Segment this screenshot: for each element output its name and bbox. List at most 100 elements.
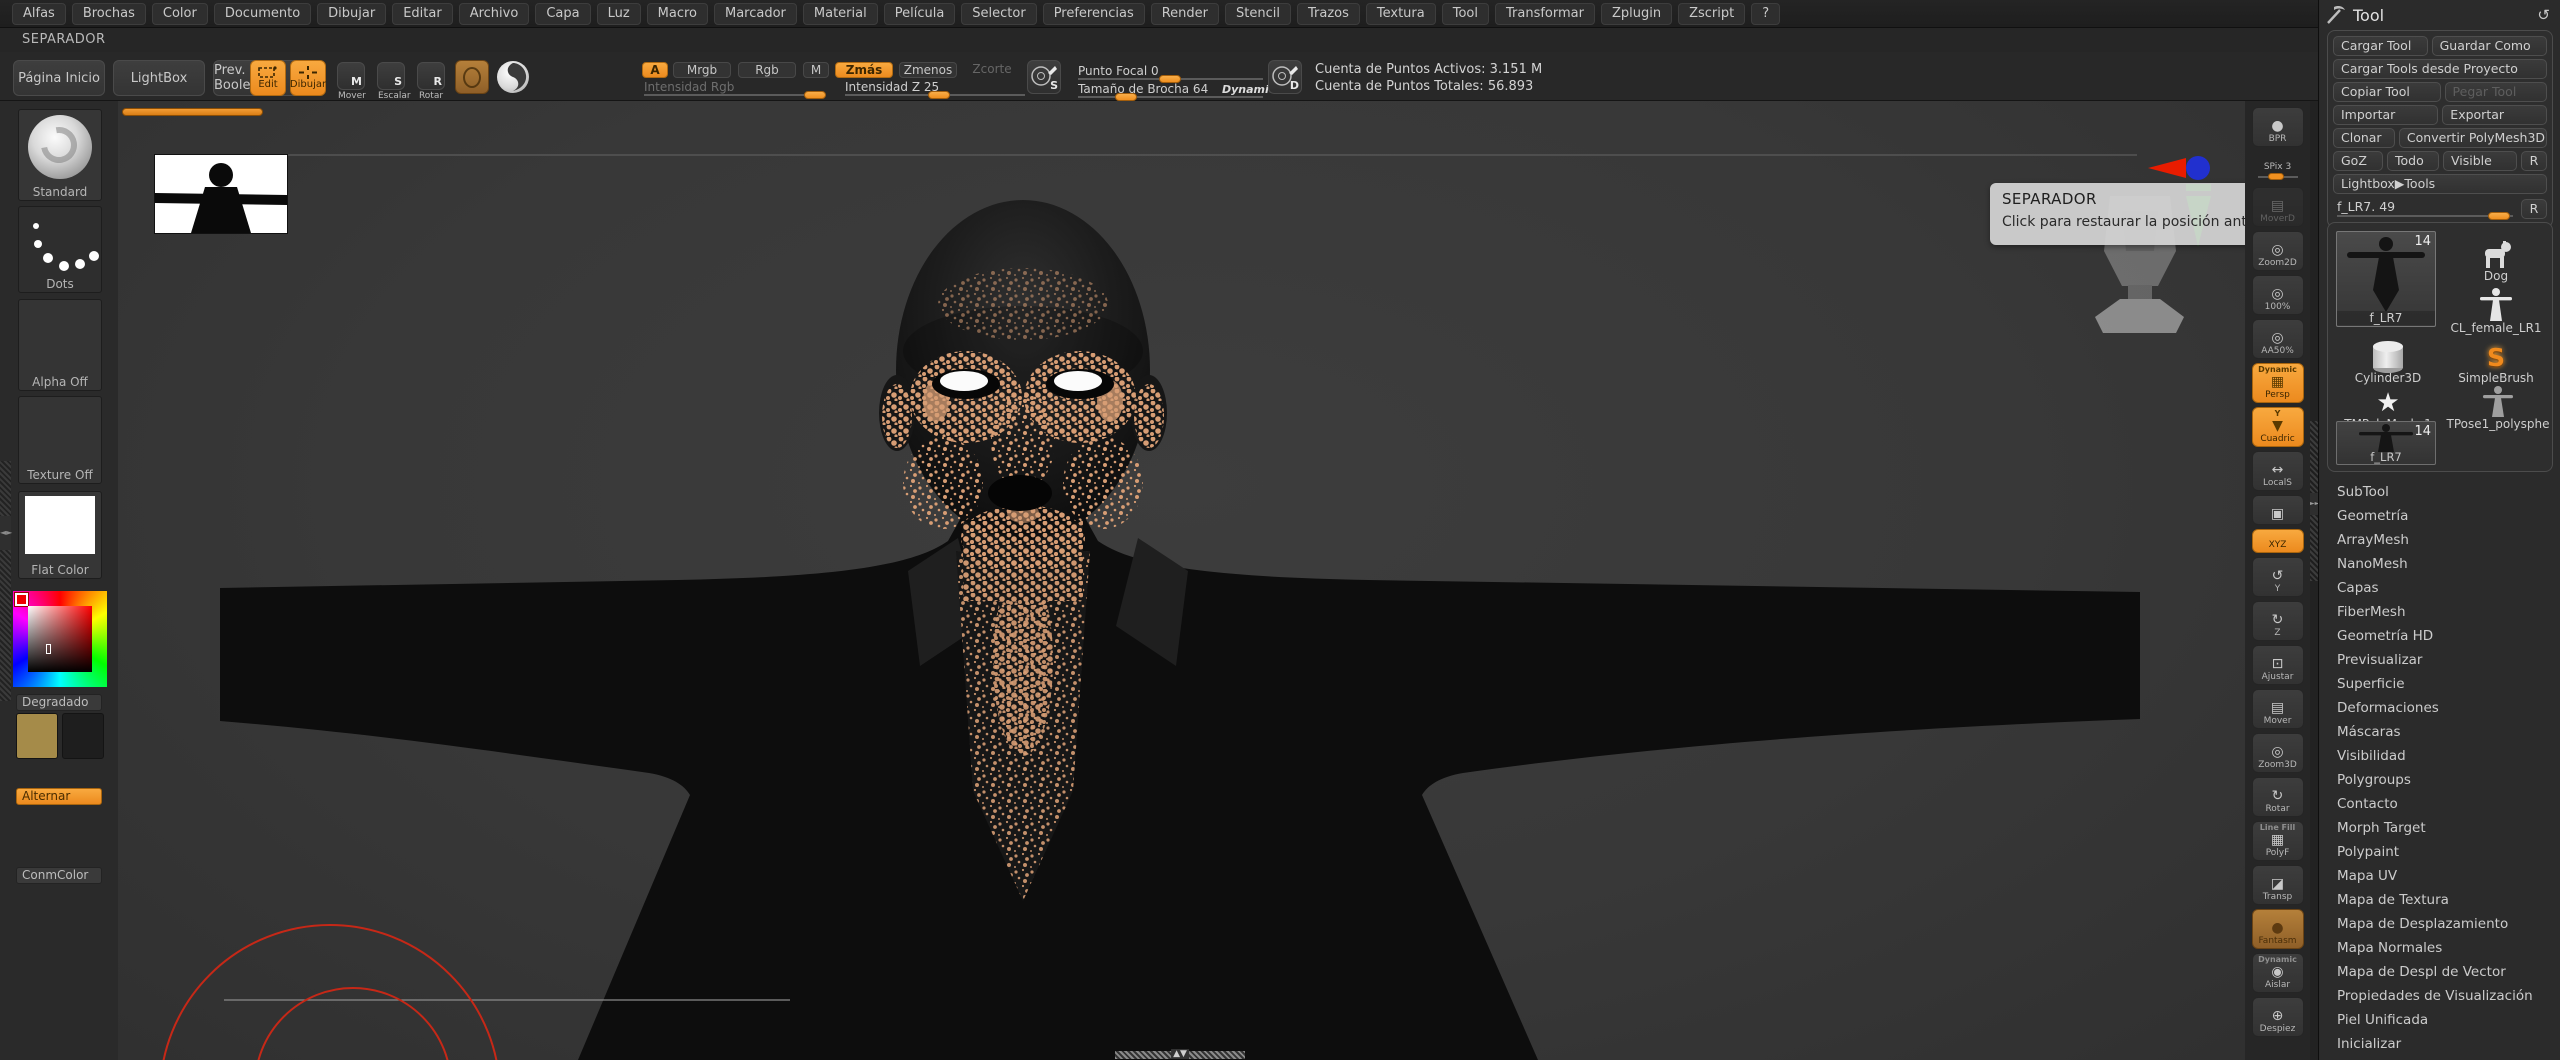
saturation-value-square[interactable] (28, 606, 92, 672)
canvas-scene[interactable] (118, 101, 2245, 1060)
edit-button[interactable]: Edit (250, 60, 286, 96)
current-alpha-slot[interactable]: Alpha Off (18, 299, 102, 391)
goz-visible-button[interactable]: Visible (2443, 151, 2517, 171)
z-intensity-slider[interactable] (845, 91, 1025, 99)
shelf-button[interactable]: Y ▼ Cuadric (2251, 407, 2304, 447)
subpalette-header[interactable]: Polygroups (2319, 768, 2560, 792)
make-polymesh3d-button[interactable]: Convertir PolyMesh3D (2398, 128, 2547, 148)
gradient-button[interactable]: Degradado (16, 694, 102, 711)
bottom-tray-divider-handle[interactable] (1115, 1051, 1245, 1059)
goz-all-button[interactable]: Todo (2387, 151, 2439, 171)
menu-item[interactable]: Zplugin (1600, 2, 1673, 25)
menu-item[interactable]: Capa (535, 2, 591, 25)
subpalette-header[interactable]: Máscaras (2319, 720, 2560, 744)
copy-tool-button[interactable]: Copiar Tool (2333, 82, 2441, 102)
rgb-toggle[interactable]: Rgb (738, 62, 796, 78)
menu-item[interactable]: Render (1150, 2, 1220, 25)
shelf-button[interactable]: ◎ AA50% (2251, 319, 2304, 359)
document-preview-thumbnail[interactable] (155, 155, 287, 233)
subpalette-header[interactable]: Polypaint (2319, 840, 2560, 864)
menu-item[interactable]: ? (1751, 2, 1781, 25)
shelf-button[interactable]: ▤ Mover (2251, 689, 2304, 729)
shelf-button[interactable]: ◪ Transp (2251, 865, 2304, 905)
subpalette-header[interactable]: Previsualizar (2319, 648, 2560, 672)
move-button[interactable]: M Mover (337, 62, 366, 101)
shelf-button[interactable]: Dynamic ◉ Aislar (2251, 953, 2304, 993)
shelf-button[interactable]: Line Fill ▦ PolyF (2251, 821, 2304, 861)
switch-color-button[interactable]: ConmColor (16, 867, 102, 884)
draw-button[interactable]: Dibujar (290, 60, 326, 96)
subpalette-header[interactable]: Mapa Normales (2319, 936, 2560, 960)
current-brush-slot[interactable]: Standard (18, 109, 102, 201)
subpalette-header[interactable]: Mapa UV (2319, 864, 2560, 888)
axis-z-dot[interactable] (2186, 156, 2210, 180)
menu-item[interactable]: Brochas (71, 2, 146, 25)
subpalette-header[interactable]: Mapa de Despl de Vector (2319, 960, 2560, 984)
menu-item[interactable]: Archivo (458, 2, 530, 25)
subpalette-header[interactable]: Mapa de Textura (2319, 888, 2560, 912)
menu-item[interactable]: Luz (596, 2, 641, 25)
shelf-button[interactable]: SPix 3 (2252, 151, 2304, 183)
subpalette-header[interactable]: Visibilidad (2319, 744, 2560, 768)
subpalette-header[interactable]: FiberMesh (2319, 600, 2560, 624)
menu-item[interactable]: Macro (646, 2, 708, 25)
rgb-intensity-knob[interactable] (804, 91, 827, 99)
z-intensity-knob[interactable] (927, 91, 950, 99)
menu-item[interactable]: Stencil (1225, 2, 1291, 25)
menu-item[interactable]: Zscript (1678, 2, 1746, 25)
rotate-button[interactable]: R Rotar (417, 62, 445, 101)
tool-item-f-lr7-small[interactable]: 14 f_LR7 (2336, 421, 2436, 465)
shelf-button[interactable]: ● BPR (2251, 107, 2304, 147)
current-texture-slot[interactable]: Texture Off (18, 396, 102, 484)
right-divider-strip[interactable]: ►► (2310, 101, 2319, 1060)
subpalette-header[interactable]: Inicializar (2319, 1032, 2560, 1056)
shelf-button[interactable]: ● Fantasm (2251, 909, 2304, 949)
lightbox-tools-button[interactable]: Lightbox▶Tools (2333, 174, 2547, 194)
load-tools-from-project-button[interactable]: Cargar Tools desde Proyecto (2333, 59, 2547, 79)
axis-x-arrow[interactable] (2148, 158, 2186, 178)
menu-item[interactable]: Documento (213, 2, 312, 25)
tool-item-tpose[interactable]: TPose1_polysphe (2444, 381, 2552, 431)
selected-color-swatch[interactable] (14, 592, 29, 607)
stroke-size-icon-button[interactable]: S (1027, 60, 1061, 94)
palette-reset-icon[interactable]: ↺ (2537, 6, 2550, 24)
main-color-swatch[interactable] (16, 713, 58, 759)
menu-item[interactable]: Trazos (1296, 2, 1360, 25)
shelf-button[interactable]: ↻ Z (2251, 601, 2304, 641)
menu-item[interactable]: Preferencias (1042, 2, 1145, 25)
shelf-button[interactable]: Dynamic ▦ Persp (2251, 363, 2304, 403)
selected-tool-thumbnail[interactable]: 14 f_LR7 (2336, 231, 2436, 327)
subpalette-header[interactable]: Geometría HD (2319, 624, 2560, 648)
subpalette-header[interactable]: ArrayMesh (2319, 528, 2560, 552)
menu-item[interactable]: Marcador (714, 2, 797, 25)
shelf-button[interactable]: ↻ Rotar (2251, 777, 2304, 817)
current-material-slot[interactable]: Flat Color (18, 491, 102, 579)
subpalette-header[interactable]: Deformaciones (2319, 696, 2560, 720)
menu-item[interactable]: Película (883, 2, 956, 25)
menu-item[interactable]: Alfas (12, 2, 66, 25)
menu-item[interactable]: Color (151, 2, 208, 25)
menu-item[interactable]: Material (802, 2, 878, 25)
menu-item[interactable]: Tool (1441, 2, 1489, 25)
alternate-button[interactable]: Alternar (16, 788, 102, 805)
subpalette-header[interactable]: Mapa de Desplazamiento (2319, 912, 2560, 936)
tool-item-dog[interactable]: Dog (2444, 233, 2548, 283)
menu-item[interactable]: Textura (1365, 2, 1436, 25)
brush-quickpick-button[interactable] (455, 60, 489, 94)
tool-item-cl-female[interactable]: CL_female_LR1 (2444, 285, 2548, 335)
shelf-button[interactable]: ▣ (2251, 495, 2304, 525)
menu-item[interactable]: Transformar (1495, 2, 1595, 25)
subpalette-header[interactable]: Morph Target (2319, 816, 2560, 840)
shelf-button[interactable]: ▤ MoverD (2251, 187, 2304, 227)
goz-r-button[interactable]: R (2521, 151, 2547, 171)
shelf-button[interactable]: ◎ 100% (2251, 275, 2304, 315)
tool-slider-r-button[interactable]: R (2521, 199, 2547, 219)
save-as-button[interactable]: Guardar Como (2431, 36, 2547, 56)
load-tool-button[interactable]: Cargar Tool (2333, 36, 2428, 56)
subpalette-header[interactable]: Contacto (2319, 792, 2560, 816)
menu-item[interactable]: Editar (392, 2, 453, 25)
subpalette-header[interactable]: Propiedades de Visualización (2319, 984, 2560, 1008)
zadd-toggle[interactable]: Zmás (835, 62, 893, 78)
tool-slider-knob[interactable] (2488, 212, 2511, 220)
export-button[interactable]: Exportar (2442, 105, 2548, 125)
